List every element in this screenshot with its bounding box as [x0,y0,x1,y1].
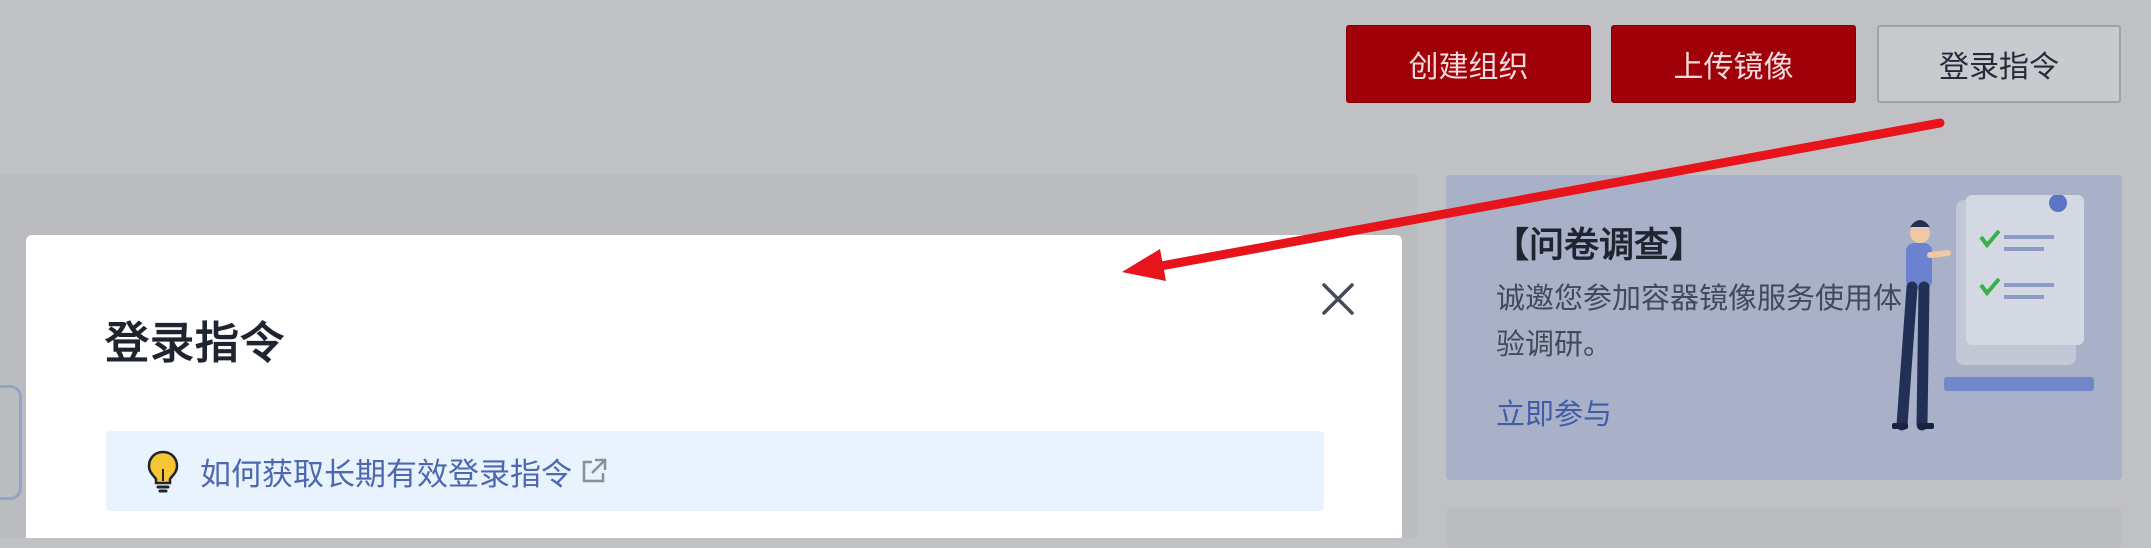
modal-title: 登录指令 [105,318,285,369]
bottom-card [1446,508,2122,548]
login-command-button[interactable]: 登录指令 [1877,25,2121,103]
survey-text: 诚邀您参加容器镜像服务使用体验调研。 [1496,281,1903,361]
close-icon[interactable] [1316,277,1360,321]
survey-illustration [1892,195,2094,431]
tip-banner: 如何获取长期有效登录指令 [106,431,1324,511]
survey-join-link[interactable]: 立即参与 [1496,391,1612,433]
long-term-login-command-link[interactable]: 如何获取长期有效登录指令 [200,449,572,494]
lightbulb-icon [147,450,179,493]
survey-title: 【问卷调查】 [1494,226,1705,266]
external-link-icon[interactable] [580,457,608,485]
background-decoration [0,385,22,500]
upload-image-button[interactable]: 上传镜像 [1611,25,1856,103]
login-command-modal: 登录指令 如何获取长期有效登录指令 [26,235,1402,538]
create-org-button[interactable]: 创建组织 [1346,25,1591,103]
survey-card: 【问卷调查】 诚邀您参加容器镜像服务使用体验调研。 立即参与 [1446,175,2122,480]
